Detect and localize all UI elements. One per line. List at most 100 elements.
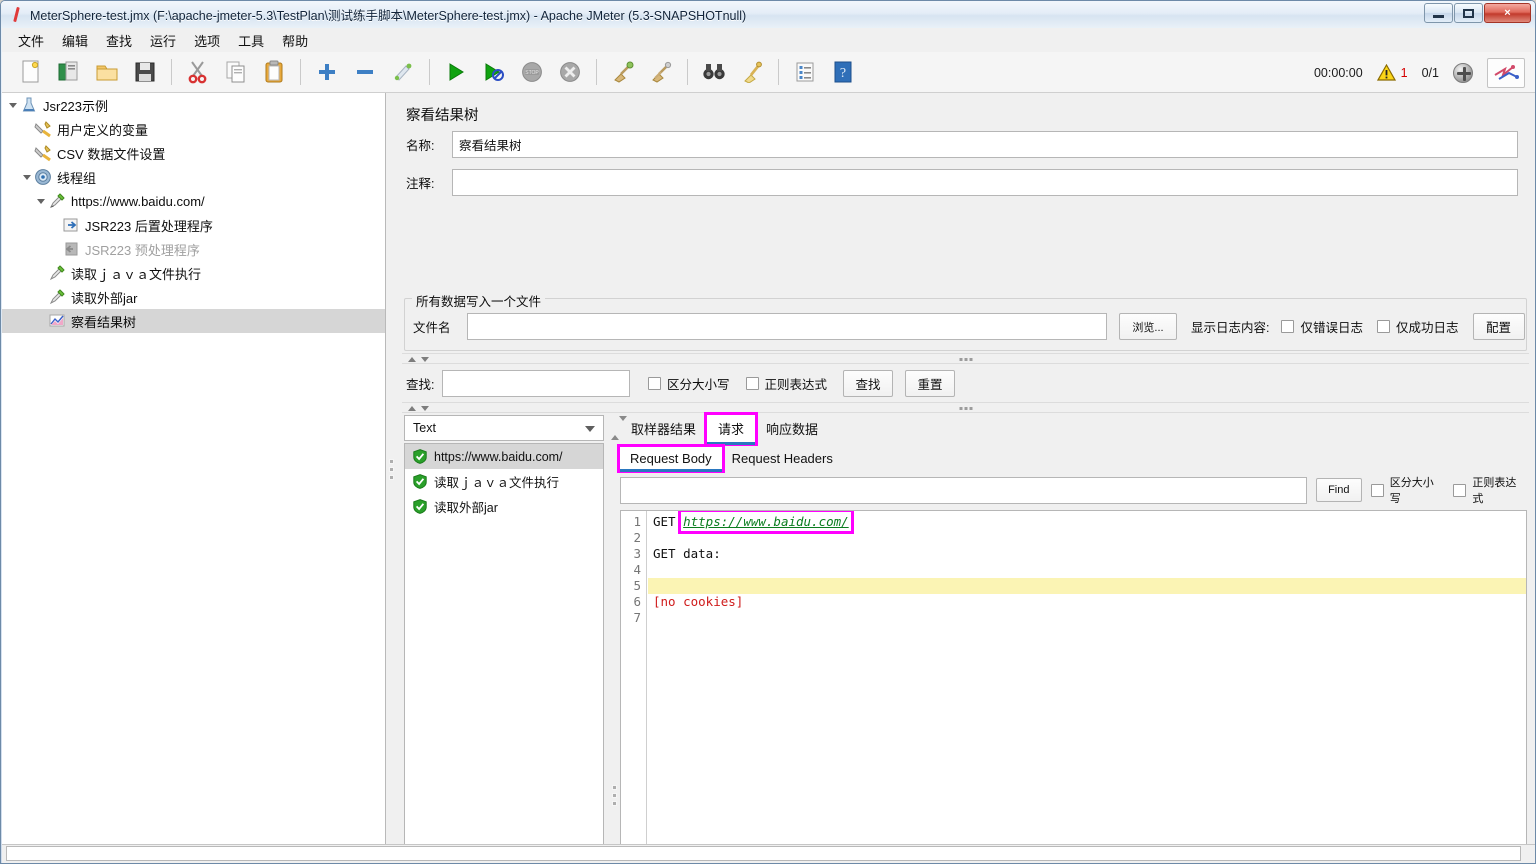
minimize-button[interactable]	[1424, 3, 1453, 23]
render-type-selector[interactable]: Text	[404, 415, 604, 441]
menu-bar: 文件 编辑 查找 运行 选项 工具 帮助	[2, 28, 1535, 52]
twisty-expanded-icon[interactable]	[34, 194, 48, 208]
chevron-down-icon[interactable]	[421, 357, 429, 362]
toggle-pencil-icon[interactable]	[389, 58, 417, 86]
menu-tools[interactable]: 工具	[230, 28, 272, 53]
tree-detail-splitter[interactable]	[386, 93, 396, 846]
tree-node-sampler-read-java-file[interactable]: 读取ｊａｖａ文件执行	[2, 261, 385, 285]
chevron-down-icon[interactable]	[585, 426, 595, 432]
tab-request-body[interactable]: Request Body	[620, 447, 722, 470]
comment-input[interactable]	[452, 169, 1518, 196]
chevron-left-icon[interactable]	[611, 421, 619, 440]
plus-icon[interactable]	[313, 58, 341, 86]
checkbox-box[interactable]	[648, 377, 661, 390]
checkbox-box[interactable]	[1281, 320, 1294, 333]
chevron-up-icon[interactable]	[408, 357, 416, 362]
regex-label: 正则表达式	[1472, 474, 1527, 506]
warning-indicator[interactable]: 1	[1377, 64, 1408, 81]
cut-button[interactable]	[184, 58, 212, 86]
tree-node-jsr223-postprocessor[interactable]: JSR223 后置处理程序	[2, 213, 385, 237]
restore-button[interactable]	[1454, 3, 1483, 23]
divider-arrows[interactable]	[408, 355, 429, 362]
menu-search[interactable]: 查找	[98, 28, 140, 53]
menu-file[interactable]: 文件	[10, 28, 52, 53]
chevron-down-icon[interactable]	[421, 406, 429, 411]
successes-only-checkbox[interactable]: 仅成功日志	[1377, 317, 1459, 336]
start-no-timers-button[interactable]	[480, 58, 508, 86]
divider-arrows[interactable]	[408, 404, 429, 411]
request-url-link[interactable]: https://www.baidu.com/	[683, 514, 849, 529]
broom-clear-icon[interactable]	[609, 58, 637, 86]
checkbox-box[interactable]	[1371, 484, 1384, 497]
tree-node-jsr223-preprocessor[interactable]: JSR223 预处理程序	[2, 237, 385, 261]
shutdown-x-icon[interactable]	[556, 58, 584, 86]
checkbox-box[interactable]	[1453, 484, 1466, 497]
find-button[interactable]: 查找	[843, 370, 893, 397]
question-help-icon[interactable]: ?	[829, 58, 857, 86]
broom-reset-icon[interactable]	[738, 58, 766, 86]
detail-find-input[interactable]	[620, 477, 1307, 504]
tree-node-http-request-baidu[interactable]: https://www.baidu.com/	[2, 189, 385, 213]
new-button[interactable]	[17, 58, 45, 86]
binoculars-icon[interactable]	[700, 58, 728, 86]
twisty-expanded-icon[interactable]	[6, 98, 20, 112]
tree-node-view-results-tree[interactable]: 察看结果树	[2, 309, 385, 333]
chevron-up-icon[interactable]	[408, 406, 416, 411]
tree-node-sampler-read-external-jar[interactable]: 读取外部jar	[2, 285, 385, 309]
sampler-result-read-external-jar[interactable]: 读取外部jar	[405, 494, 603, 519]
menu-help[interactable]: 帮助	[274, 28, 316, 53]
filename-input[interactable]	[467, 313, 1107, 340]
success-shield-icon	[413, 449, 427, 464]
checkbox-box[interactable]	[1377, 320, 1390, 333]
clear-threads-icon[interactable]	[1453, 63, 1473, 83]
errors-only-checkbox[interactable]: 仅错误日志	[1281, 317, 1363, 336]
collapse-divider-bottom[interactable]	[402, 402, 1529, 413]
sampler-results-list[interactable]: https://www.baidu.com/ 读取ｊａｖａ文件执行 读取外部ja…	[404, 443, 604, 864]
twisty-expanded-icon[interactable]	[20, 170, 34, 184]
tree-node-test-plan[interactable]: Jsr223示例	[2, 93, 385, 117]
sampler-result-read-java-file[interactable]: 读取ｊａｖａ文件执行	[405, 469, 603, 494]
reset-button[interactable]: 重置	[905, 370, 955, 397]
menu-edit[interactable]: 编辑	[54, 28, 96, 53]
list-notes-icon[interactable]	[791, 58, 819, 86]
sampler-pencil-icon	[48, 264, 66, 282]
configure-button[interactable]: 配置	[1473, 313, 1525, 340]
menu-run[interactable]: 运行	[142, 28, 184, 53]
tree-node-csv-data-set-config[interactable]: CSV 数据文件设置	[2, 141, 385, 165]
detail-case-sensitive-checkbox[interactable]: 区分大小写	[1371, 474, 1445, 506]
minus-icon[interactable]	[351, 58, 379, 86]
copy-button[interactable]	[222, 58, 250, 86]
divider-dots-icon	[959, 358, 972, 361]
name-input[interactable]	[452, 131, 1518, 158]
open-templates-button[interactable]	[55, 58, 83, 86]
tree-node-thread-group[interactable]: 线程组	[2, 165, 385, 189]
tab-response-data[interactable]: 响应数据	[755, 415, 829, 443]
search-input[interactable]	[442, 370, 630, 397]
close-button[interactable]: ×	[1484, 3, 1531, 23]
stop-sign-icon[interactable]: STOP	[518, 58, 546, 86]
search-regex-checkbox[interactable]: 正则表达式	[746, 374, 828, 393]
code-line-current	[648, 578, 1526, 594]
jmeter-logo-button[interactable]	[1487, 58, 1525, 88]
test-plan-tree[interactable]: Jsr223示例 用户定义的变量 CSV 数据文件设置	[2, 93, 386, 846]
collapse-divider-top[interactable]	[402, 353, 1529, 364]
detail-regex-checkbox[interactable]: 正则表达式	[1453, 474, 1527, 506]
result-detail-splitter[interactable]	[608, 415, 620, 864]
sampler-result-baidu[interactable]: https://www.baidu.com/	[405, 444, 603, 469]
browse-button[interactable]: 浏览...	[1119, 313, 1177, 340]
tree-label: 线程组	[57, 168, 96, 187]
tree-node-user-defined-variables[interactable]: 用户定义的变量	[2, 117, 385, 141]
tab-request[interactable]: 请求	[707, 415, 755, 443]
checkbox-box[interactable]	[746, 377, 759, 390]
save-button[interactable]	[131, 58, 159, 86]
broom-clear-all-icon[interactable]	[647, 58, 675, 86]
open-folder-button[interactable]	[93, 58, 121, 86]
tab-request-headers[interactable]: Request Headers	[722, 447, 843, 470]
detail-find-button[interactable]: Find	[1316, 478, 1362, 502]
tab-sampler-result[interactable]: 取样器结果	[620, 415, 707, 443]
menu-options[interactable]: 选项	[186, 28, 228, 53]
clipboard-paste-button[interactable]	[260, 58, 288, 86]
search-case-sensitive-checkbox[interactable]: 区分大小写	[648, 374, 730, 393]
request-body-viewer[interactable]: 1 2 3 4 5 6 7 GET https://www.baidu.com/…	[620, 510, 1527, 864]
start-button[interactable]	[442, 58, 470, 86]
